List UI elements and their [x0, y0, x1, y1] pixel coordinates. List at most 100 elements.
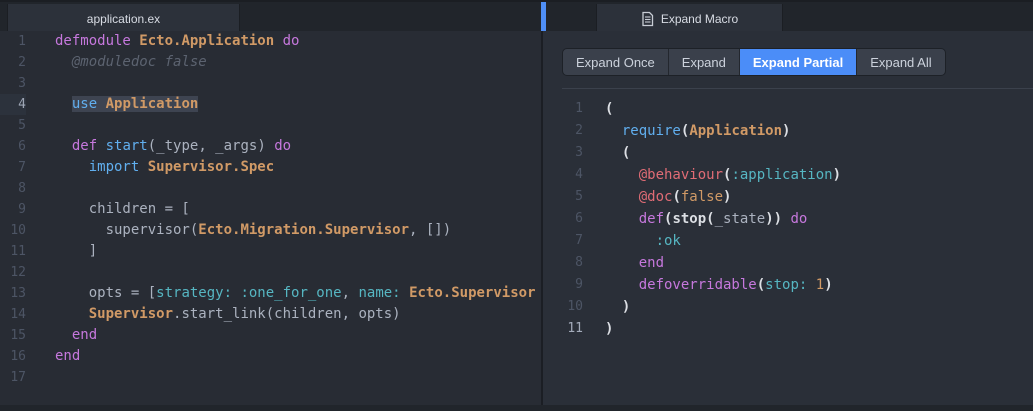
code-token: import [88, 159, 140, 175]
code-line[interactable]: end [55, 346, 541, 367]
code-token: @moduledoc false [55, 54, 207, 70]
code-line[interactable]: ) [605, 296, 1033, 318]
code-token: _state [714, 211, 766, 227]
expand-macro-panel: Expand Once Expand Expand Partial Expand… [543, 31, 1033, 405]
line-number: 5 [575, 189, 583, 204]
code-token: do [282, 33, 300, 49]
code-line[interactable]: end [55, 325, 541, 346]
code-line[interactable]: defoverridable(stop: 1) [605, 274, 1033, 296]
code-line[interactable] [55, 73, 541, 94]
code-token: ( [756, 277, 766, 293]
code-line[interactable]: use Application [55, 94, 541, 115]
left-gutter: 1 2 3 4 5 6 7 8 9 10 11 12 13 14 15 16 17 [0, 31, 43, 405]
code-token: Ecto.Migration.Supervisor [198, 222, 410, 238]
left-code[interactable]: defmodule Ecto.Application do @moduledoc… [43, 31, 541, 405]
code-token: @behaviour [638, 167, 724, 183]
code-line[interactable]: opts = [strategy: :one_for_one, name: Ec… [55, 283, 541, 304]
code-line[interactable]: @doc(false) [605, 186, 1033, 208]
expand-all-button[interactable]: Expand All [857, 49, 944, 75]
expand-once-button[interactable]: Expand Once [563, 49, 669, 75]
code-line[interactable] [55, 262, 541, 283]
line-number: 4 [0, 94, 26, 115]
code-token: :application [731, 167, 833, 183]
code-line[interactable]: def(stop(_state)) do [605, 208, 1033, 230]
code-line[interactable]: :ok [605, 230, 1033, 252]
code-token: end [55, 348, 81, 364]
line-number: 16 [10, 349, 26, 364]
code-line[interactable]: supervisor(Ecto.Migration.Supervisor, []… [55, 220, 541, 241]
line-number: 10 [10, 223, 26, 238]
code-token: (_type, _args) [147, 138, 275, 154]
code-token: ) [824, 277, 833, 293]
line-number: 11 [567, 321, 583, 336]
code-token: start [105, 138, 148, 154]
line-number: 3 [18, 76, 26, 91]
code-token: ) [723, 189, 732, 205]
code-token: .start_link(children, opts) [173, 306, 401, 322]
code-line[interactable]: ( [605, 142, 1033, 164]
code-token: strategy: [156, 285, 233, 301]
macro-result-editor[interactable]: 1 2 3 4 5 6 7 8 9 10 11 ( require(Application) ( @… [543, 98, 1033, 405]
line-number: 9 [575, 277, 583, 292]
code-token: supervisor( [55, 222, 199, 238]
expand-button[interactable]: Expand [669, 49, 740, 75]
line-number: 10 [567, 299, 583, 314]
tab-application-ex-label: application.ex [86, 11, 161, 26]
code-token: ( [672, 189, 681, 205]
code-token: false [680, 189, 724, 205]
code-line[interactable]: defmodule Ecto.Application do [55, 31, 541, 52]
code-line[interactable]: def start(_type, _args) do [55, 136, 541, 157]
code-line[interactable]: @moduledoc false [55, 52, 541, 73]
line-number: 5 [18, 118, 26, 133]
line-number: 4 [575, 167, 583, 182]
code-line[interactable] [55, 115, 541, 136]
code-token: defoverridable [638, 277, 757, 293]
line-number: 8 [18, 181, 26, 196]
code-line[interactable]: end [605, 252, 1033, 274]
code-token: ] [55, 243, 98, 259]
code-line[interactable]: children = [ [55, 199, 541, 220]
file-text-icon [641, 11, 654, 27]
code-token: Ecto.Supervisor [409, 285, 536, 301]
code-line[interactable]: import Supervisor.Spec [55, 157, 541, 178]
code-token: ) [621, 299, 631, 315]
code-token: , [341, 285, 359, 301]
expand-toolbar: Expand Once Expand Expand Partial Expand… [562, 48, 946, 76]
code-token: ) [605, 321, 614, 337]
tab-application-ex[interactable]: application.ex [7, 4, 240, 33]
line-number: 8 [575, 255, 583, 270]
code-token: require [621, 123, 681, 139]
code-line[interactable]: require(Application) [605, 120, 1033, 142]
code-token: )) [765, 211, 783, 227]
line-number: 6 [575, 211, 583, 226]
code-token: defmodule [55, 33, 131, 49]
line-number: 7 [18, 160, 26, 175]
expand-partial-button[interactable]: Expand Partial [739, 49, 858, 75]
line-number: 2 [18, 55, 26, 70]
code-line[interactable]: Supervisor.start_link(children, opts) [55, 304, 541, 325]
code-line[interactable]: @behaviour(:application) [605, 164, 1033, 186]
code-token: name: [358, 285, 401, 301]
code-line[interactable]: ) [605, 318, 1033, 340]
tab-expand-macro[interactable]: Expand Macro [596, 4, 783, 33]
code-token: ( [621, 145, 631, 161]
code-line[interactable]: ] [55, 241, 541, 262]
source-editor[interactable]: 1 2 3 4 5 6 7 8 9 10 11 12 13 14 15 16 17 defmodule Ecto… [0, 31, 541, 405]
code-line[interactable] [55, 367, 541, 388]
line-number: 17 [10, 370, 26, 385]
code-token [97, 96, 106, 112]
code-token: children = [ [55, 201, 190, 217]
code-line[interactable]: ( [605, 98, 1033, 120]
code-line[interactable] [55, 178, 541, 199]
right-code[interactable]: ( require(Application) ( @behaviour(:app… [583, 98, 1033, 405]
